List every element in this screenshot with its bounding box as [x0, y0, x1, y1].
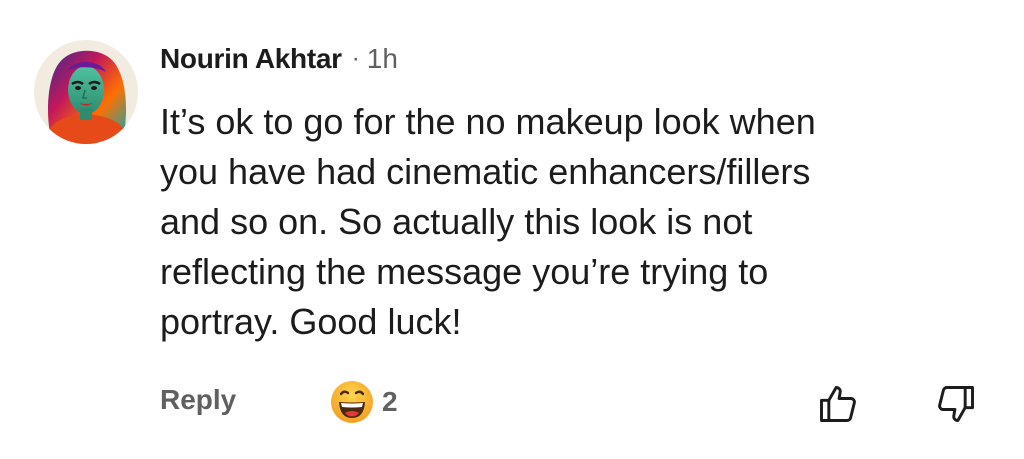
reaction-count: 2 [382, 386, 398, 417]
like-button[interactable] [816, 382, 860, 431]
timestamp: 1h [366, 43, 398, 74]
comment-text: It’s ok to go for the no makeup look whe… [160, 97, 1000, 347]
thumbs-up-icon [820, 386, 856, 422]
comment-line: reflecting the message you’re trying to [160, 251, 769, 292]
avatar-portrait-image [34, 40, 138, 144]
avatar[interactable] [34, 40, 138, 144]
grinning-emoji-icon [331, 381, 373, 423]
comment-header: Nourin Akhtar · 1h [160, 41, 398, 77]
reaction-button[interactable]: 2 [330, 380, 398, 424]
separator-dot: · [351, 45, 360, 72]
thumbs-down-icon [938, 386, 974, 422]
comment-line: portray. Good luck! [160, 301, 462, 342]
comment-line: you have had cinematic enhancers/fillers [160, 151, 811, 192]
comment-line: and so on. So actually this look is not [160, 201, 753, 242]
author-name[interactable]: Nourin Akhtar [160, 43, 342, 75]
reply-button[interactable]: Reply [160, 384, 236, 416]
comment-line: It’s ok to go for the no makeup look whe… [160, 101, 816, 142]
dislike-button[interactable] [934, 382, 978, 431]
